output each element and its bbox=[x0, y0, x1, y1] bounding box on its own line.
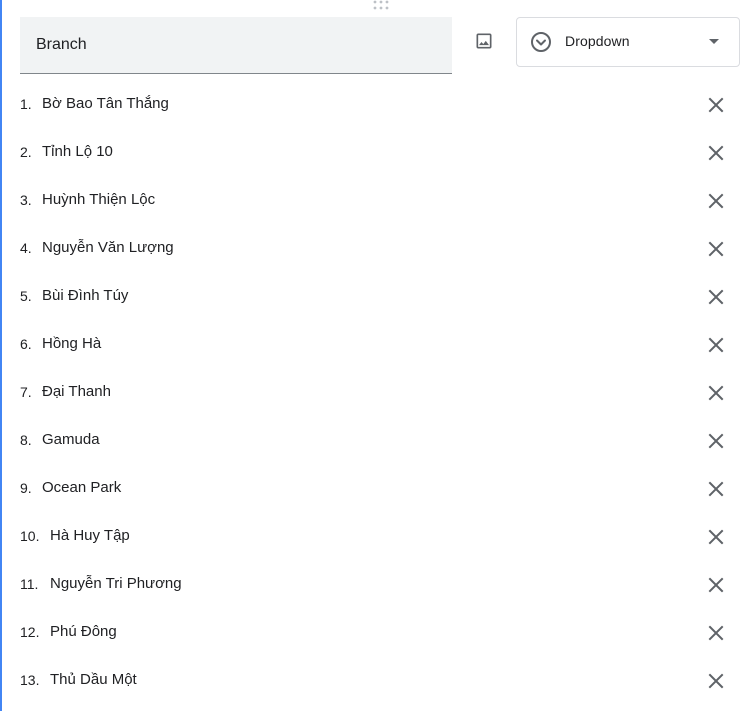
remove-option-button[interactable] bbox=[703, 236, 729, 262]
image-icon bbox=[476, 33, 492, 49]
option-row: 9. Ocean Park bbox=[0, 464, 746, 512]
option-row: 3. Huỳnh Thiện Lộc bbox=[0, 176, 746, 224]
option-number: 2. bbox=[20, 144, 32, 160]
option-label[interactable]: Thủ Dầu Một bbox=[50, 671, 137, 688]
dropdown-circle-icon bbox=[531, 32, 551, 52]
remove-option-button[interactable] bbox=[703, 524, 729, 550]
question-title-field[interactable] bbox=[20, 17, 452, 74]
option-number: 5. bbox=[20, 288, 32, 304]
close-icon bbox=[708, 577, 724, 593]
option-number: 9. bbox=[20, 480, 32, 496]
option-row: 7. Đại Thanh bbox=[0, 368, 746, 416]
option-number: 4. bbox=[20, 240, 32, 256]
option-label[interactable]: Ocean Park bbox=[42, 479, 121, 496]
option-row: 10. Hà Huy Tập bbox=[0, 512, 746, 560]
close-icon bbox=[708, 673, 724, 689]
option-label[interactable]: Hồng Hà bbox=[42, 335, 101, 352]
option-label[interactable]: Phú Đông bbox=[50, 623, 117, 640]
close-icon bbox=[708, 433, 724, 449]
close-icon bbox=[708, 289, 724, 305]
option-number: 8. bbox=[20, 432, 32, 448]
option-number: 13. bbox=[20, 672, 40, 688]
close-icon bbox=[708, 337, 724, 353]
option-row: 2. Tỉnh Lộ 10 bbox=[0, 128, 746, 176]
remove-option-button[interactable] bbox=[703, 620, 729, 646]
option-row: 8. Gamuda bbox=[0, 416, 746, 464]
option-row: 12. Phú Đông bbox=[0, 608, 746, 656]
remove-option-button[interactable] bbox=[703, 380, 729, 406]
question-title-input[interactable] bbox=[36, 33, 436, 57]
option-row: 11. Nguyễn Tri Phương bbox=[0, 560, 746, 608]
option-label[interactable]: Đại Thanh bbox=[42, 383, 111, 400]
remove-option-button[interactable] bbox=[703, 572, 729, 598]
option-number: 7. bbox=[20, 384, 32, 400]
question-type-label: Dropdown bbox=[565, 33, 630, 49]
option-row: 5. Bùi Đình Túy bbox=[0, 272, 746, 320]
close-icon bbox=[708, 97, 724, 113]
remove-option-button[interactable] bbox=[703, 668, 729, 694]
options-list: 1. Bờ Bao Tân Thắng 2. Tỉnh Lộ 10 3. Huỳ… bbox=[0, 80, 746, 704]
option-number: 10. bbox=[20, 528, 40, 544]
remove-option-button[interactable] bbox=[703, 188, 729, 214]
close-icon bbox=[708, 625, 724, 641]
remove-option-button[interactable] bbox=[703, 140, 729, 166]
add-image-button[interactable] bbox=[470, 27, 498, 55]
remove-option-button[interactable] bbox=[703, 428, 729, 454]
option-row: 6. Hồng Hà bbox=[0, 320, 746, 368]
remove-option-button[interactable] bbox=[703, 332, 729, 358]
option-label[interactable]: Bờ Bao Tân Thắng bbox=[42, 95, 169, 112]
close-icon bbox=[708, 529, 724, 545]
option-label[interactable]: Tỉnh Lộ 10 bbox=[42, 143, 113, 160]
option-number: 11. bbox=[20, 576, 39, 592]
close-icon bbox=[708, 241, 724, 257]
drag-handle-icon[interactable] bbox=[373, 0, 389, 10]
option-row: 13. Thủ Dầu Một bbox=[0, 656, 746, 704]
remove-option-button[interactable] bbox=[703, 476, 729, 502]
option-label[interactable]: Huỳnh Thiện Lộc bbox=[42, 191, 155, 208]
option-number: 3. bbox=[20, 192, 32, 208]
option-label[interactable]: Nguyễn Văn Lượng bbox=[42, 239, 174, 256]
caret-down-icon bbox=[709, 39, 719, 44]
close-icon bbox=[708, 193, 724, 209]
option-number: 1. bbox=[20, 96, 32, 112]
option-label[interactable]: Hà Huy Tập bbox=[50, 527, 130, 544]
option-label[interactable]: Nguyễn Tri Phương bbox=[50, 575, 182, 592]
option-number: 12. bbox=[20, 624, 40, 640]
close-icon bbox=[708, 481, 724, 497]
close-icon bbox=[708, 145, 724, 161]
close-icon bbox=[708, 385, 724, 401]
option-row: 1. Bờ Bao Tân Thắng bbox=[0, 80, 746, 128]
question-type-select[interactable]: Dropdown bbox=[516, 17, 740, 67]
option-row: 4. Nguyễn Văn Lượng bbox=[0, 224, 746, 272]
remove-option-button[interactable] bbox=[703, 92, 729, 118]
option-number: 6. bbox=[20, 336, 32, 352]
option-label[interactable]: Bùi Đình Túy bbox=[42, 287, 128, 304]
option-label[interactable]: Gamuda bbox=[42, 431, 100, 448]
remove-option-button[interactable] bbox=[703, 284, 729, 310]
